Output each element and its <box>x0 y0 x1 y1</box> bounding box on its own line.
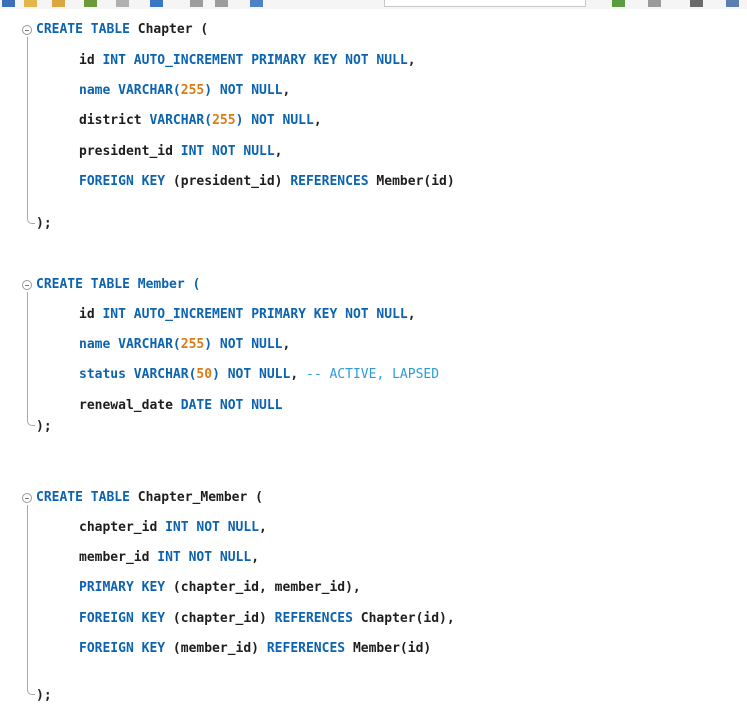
fold-toggle-chapter-member[interactable] <box>22 493 32 503</box>
code-line: ); <box>36 419 52 434</box>
import-icon[interactable] <box>648 0 661 7</box>
code-line: name VARCHAR(255) NOT NULL, <box>79 83 291 98</box>
code-line: ); <box>36 688 52 703</box>
fold-toggle-chapter[interactable] <box>22 25 32 35</box>
fold-guide <box>27 292 35 426</box>
code-line: status VARCHAR(50) NOT NULL, -- ACTIVE, … <box>79 367 440 382</box>
sql-editor[interactable]: CREATE TABLE Chapter ( id INT AUTO_INCRE… <box>0 9 747 724</box>
stop-icon[interactable] <box>116 0 129 7</box>
code-line: FOREIGN KEY (chapter_id) REFERENCES Chap… <box>79 611 455 626</box>
format-icon[interactable] <box>250 0 263 7</box>
open-icon[interactable] <box>24 0 37 7</box>
code-line: id INT AUTO_INCREMENT PRIMARY KEY NOT NU… <box>79 307 416 322</box>
save-icon[interactable] <box>2 0 15 7</box>
export-icon[interactable] <box>612 0 625 7</box>
chart-icon[interactable] <box>150 0 163 7</box>
code-line: renewal_date DATE NOT NULL <box>79 398 283 413</box>
code-line: CREATE TABLE Chapter_Member ( <box>36 490 263 505</box>
code-line: president_id INT NOT NULL, <box>79 144 283 159</box>
code-line: CREATE TABLE Chapter ( <box>36 22 209 37</box>
code-line: FOREIGN KEY (member_id) REFERENCES Membe… <box>79 641 432 656</box>
code-line: PRIMARY KEY (chapter_id, member_id), <box>79 580 361 595</box>
fold-guide <box>27 505 35 695</box>
search-input[interactable] <box>384 0 586 7</box>
code-line: id INT AUTO_INCREMENT PRIMARY KEY NOT NU… <box>79 53 416 68</box>
code-line: member_id INT NOT NULL, <box>79 550 260 565</box>
settings-icon[interactable] <box>215 0 228 7</box>
edit-icon[interactable] <box>52 0 65 7</box>
code-line: CREATE TABLE Member ( <box>36 277 201 292</box>
code-line: ); <box>36 216 52 231</box>
code-line: chapter_id INT NOT NULL, <box>79 520 267 535</box>
fold-toggle-member[interactable] <box>22 280 32 290</box>
code-line: FOREIGN KEY (president_id) REFERENCES Me… <box>79 174 455 189</box>
zoom-icon[interactable] <box>690 0 703 7</box>
window-icon[interactable] <box>726 0 739 7</box>
code-line: district VARCHAR(255) NOT NULL, <box>79 113 322 128</box>
editor-toolbar <box>0 0 747 9</box>
run-icon[interactable] <box>84 0 97 7</box>
refresh-icon[interactable] <box>190 0 203 7</box>
code-line: name VARCHAR(255) NOT NULL, <box>79 337 291 352</box>
fold-guide <box>27 37 35 224</box>
